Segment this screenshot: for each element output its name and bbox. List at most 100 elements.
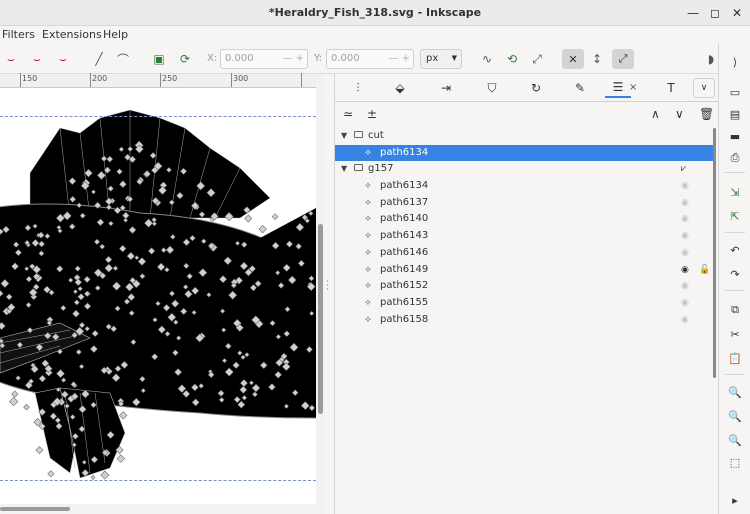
x-coordinate-input[interactable]: 0.000— +	[220, 49, 308, 69]
visibility-eye-icon[interactable]: ◉	[681, 245, 689, 262]
node-handle[interactable]	[9, 396, 19, 407]
drawing-canvas[interactable]	[0, 88, 316, 504]
y-coordinate-input[interactable]: 0.000— +	[326, 49, 414, 69]
horizontal-scrollbar[interactable]	[0, 504, 325, 514]
delete-icon[interactable]: 🗑	[699, 107, 714, 121]
tab-text-icon[interactable]: T	[658, 78, 684, 98]
zoom-page-width-icon[interactable]: ⬚	[727, 454, 743, 470]
copy-icon[interactable]: ⧉	[727, 302, 743, 318]
visibility-eye-icon[interactable]: ◉	[681, 211, 689, 228]
show-mask-icon[interactable]: ⟲	[503, 50, 521, 68]
tab-export-icon[interactable]: ⇥	[433, 78, 459, 98]
unit-select[interactable]: px	[420, 49, 462, 69]
move-up-icon[interactable]: ∧	[651, 107, 660, 121]
tab-close-icon[interactable]: ×	[629, 82, 637, 93]
layer-row[interactable]: ▼ cut	[335, 128, 713, 145]
visibility-eye-icon[interactable]: ⩗	[681, 161, 686, 178]
zoom-drawing-icon[interactable]: 🔍	[727, 408, 743, 424]
segment-curve-icon[interactable]: ⌒	[114, 50, 132, 68]
import-icon[interactable]: ⇲	[727, 184, 743, 200]
tab-xml-editor-icon[interactable]: ✎	[567, 78, 593, 98]
visibility-eye-icon[interactable]: ◉	[681, 195, 689, 212]
tab-fill-stroke-icon[interactable]: ⛉	[479, 78, 505, 98]
node-handle[interactable]	[271, 213, 279, 220]
expander-icon[interactable]: ▼	[341, 161, 347, 178]
show-transform-handles-icon[interactable]: ✕	[562, 49, 584, 69]
close-button[interactable]: ✕	[728, 4, 746, 22]
tab-transform-icon[interactable]: ↻	[523, 78, 549, 98]
tab-swatches-icon[interactable]: ⬙	[387, 78, 413, 98]
snap-toggle-icon[interactable]: ⟩	[727, 54, 743, 70]
paste-icon[interactable]: 📋	[727, 350, 743, 366]
object-row[interactable]: ⟡ path6149 ◉ 🔓	[335, 262, 713, 279]
object-row[interactable]: ⟡ path6155 ◉	[335, 295, 713, 312]
node-handle[interactable]	[90, 475, 96, 480]
visibility-eye-icon[interactable]: ◉	[681, 262, 689, 279]
stroke-to-path-icon[interactable]: ⟳	[176, 50, 194, 68]
object-row[interactable]: ⟡ path6152 ◉	[335, 278, 713, 295]
add-layer-icon[interactable]: ±	[367, 107, 377, 121]
horizontal-scroll-thumb[interactable]	[0, 507, 70, 511]
visibility-eye-icon[interactable]: ◉	[681, 312, 689, 329]
node-handle[interactable]	[119, 411, 128, 420]
node-handle[interactable]	[258, 224, 267, 234]
object-row[interactable]: ⟡ path6146 ◉	[335, 245, 713, 262]
object-row[interactable]: ⟡ path6134	[335, 144, 713, 162]
zoom-page-icon[interactable]: 🔍	[727, 432, 743, 448]
tab-more-icon[interactable]: ∨	[693, 78, 715, 98]
object-to-path-icon[interactable]: ▣	[150, 50, 168, 68]
visibility-eye-icon[interactable]: ◉	[681, 178, 689, 195]
dock-resize-grip[interactable]: · · ·	[326, 278, 332, 295]
object-row[interactable]: ⟡ path6158 ◉	[335, 312, 713, 329]
node-cusp-icon[interactable]: ⌣	[2, 50, 20, 68]
open-icon[interactable]: ▤	[727, 106, 743, 122]
path-effect-icon[interactable]: ⤢	[528, 50, 546, 68]
node-handle[interactable]	[244, 214, 253, 223]
more-commands-icon[interactable]: ▸	[727, 492, 743, 508]
node-symmetric-icon[interactable]: ⌣	[54, 50, 72, 68]
node-handle[interactable]	[116, 454, 125, 463]
new-document-icon[interactable]: ▭	[727, 84, 743, 100]
print-icon[interactable]: ⎙	[727, 150, 743, 166]
redo-icon[interactable]: ↷	[727, 266, 743, 282]
visibility-eye-icon[interactable]: ◉	[681, 278, 689, 295]
node-handle[interactable]	[35, 446, 44, 455]
lock-icon[interactable]: 🔓	[699, 262, 710, 279]
show-handles-icon[interactable]: ↕	[588, 50, 606, 68]
vertical-scrollbar[interactable]	[316, 74, 325, 504]
object-row[interactable]: ⟡ path6137 ◉	[335, 195, 713, 212]
vertical-scroll-thumb[interactable]	[318, 224, 323, 414]
tab-align-icon[interactable]: ⫶	[345, 78, 371, 98]
export-icon[interactable]: ⇱	[727, 208, 743, 224]
menu-help[interactable]: Help	[103, 28, 128, 41]
object-row[interactable]: ⟡ path6143 ◉	[335, 228, 713, 245]
undo-icon[interactable]: ↶	[727, 242, 743, 258]
maximize-button[interactable]: ◻	[706, 4, 724, 22]
node-handle[interactable]	[47, 470, 55, 478]
fish-drawing[interactable]	[0, 88, 316, 504]
show-outline-icon[interactable]: ⤢	[612, 49, 634, 69]
zoom-selection-icon[interactable]: 🔍	[727, 384, 743, 400]
tab-layers-objects-icon[interactable]: ☰	[605, 78, 631, 98]
layer-visibility-toggle-icon[interactable]: ≃	[343, 107, 353, 121]
move-down-icon[interactable]: ∨	[675, 107, 684, 121]
minimize-button[interactable]: —	[684, 4, 702, 22]
visibility-eye-icon[interactable]: ◉	[681, 295, 689, 312]
layer-row[interactable]: ▼ g157 ⩗	[335, 161, 713, 178]
node-handle[interactable]	[23, 403, 30, 411]
visibility-eye-icon[interactable]: ◉	[681, 228, 689, 245]
dorsal-fin[interactable]	[29, 109, 271, 219]
layers-tree-scrollbar[interactable]	[713, 128, 716, 378]
save-icon[interactable]: ▬	[727, 128, 743, 144]
cut-icon[interactable]: ✂	[727, 326, 743, 342]
menu-filters[interactable]: Filters	[2, 28, 35, 41]
expander-icon[interactable]: ▼	[341, 128, 347, 145]
object-row[interactable]: ⟡ path6140 ◉	[335, 211, 713, 228]
show-clip-icon[interactable]: ∿	[478, 50, 496, 68]
node-smooth-icon[interactable]: ⌣	[28, 50, 46, 68]
node-handle[interactable]	[11, 390, 19, 398]
node-handle[interactable]	[100, 470, 110, 480]
segment-line-icon[interactable]: ╱	[90, 50, 108, 68]
menu-extensions[interactable]: Extensions	[42, 28, 102, 41]
object-row[interactable]: ⟡ path6134 ◉	[335, 178, 713, 195]
